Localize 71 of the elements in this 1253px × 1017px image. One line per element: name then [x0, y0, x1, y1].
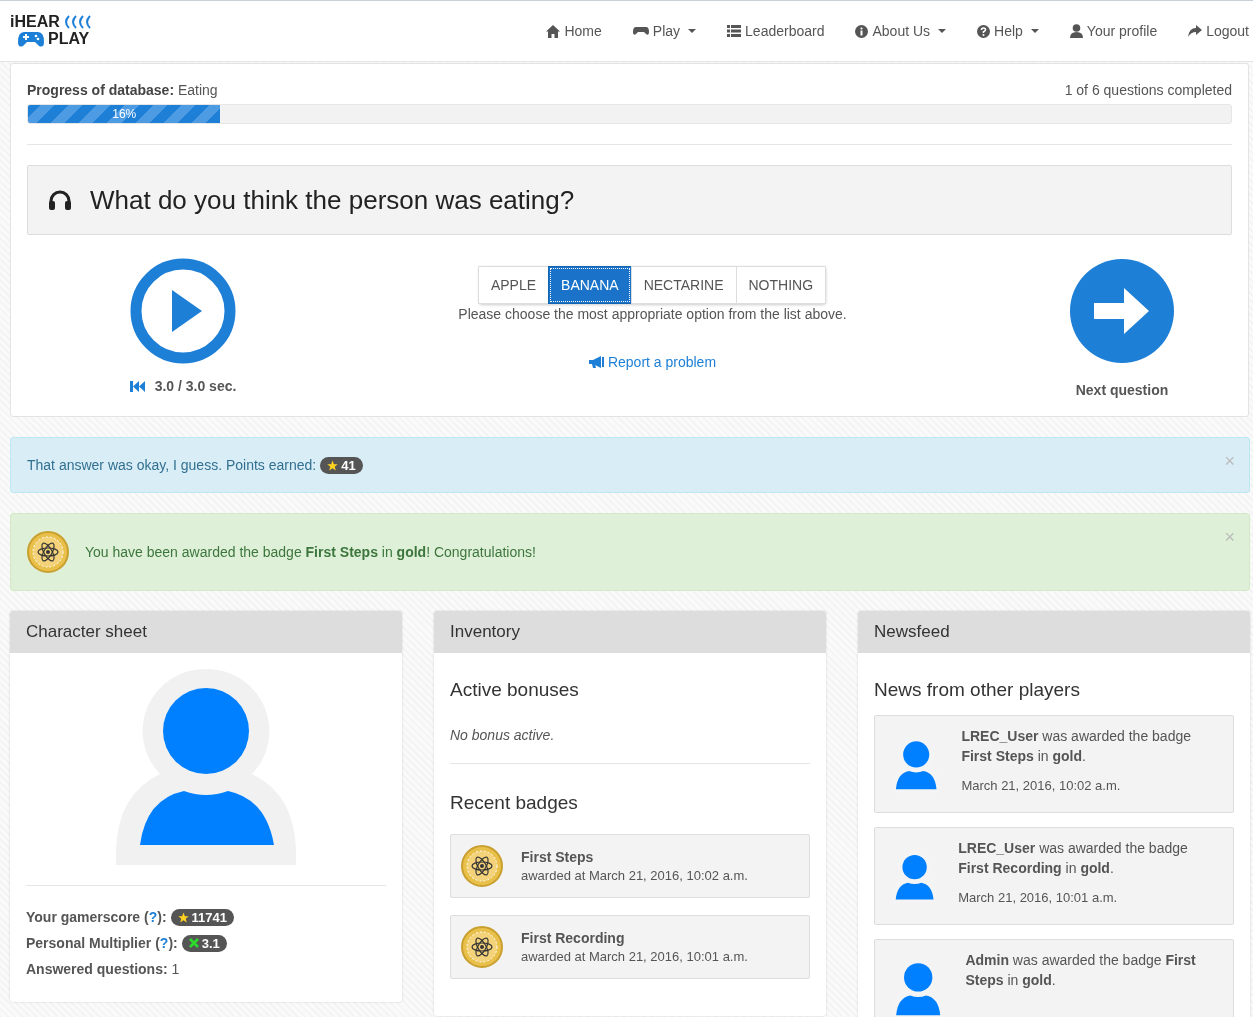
stat-label: Your gamerscore (?): — [26, 909, 167, 925]
news-date: March 21, 2016, 10:01 a.m. — [958, 890, 1119, 905]
rewind-icon[interactable] — [129, 380, 145, 392]
medal-icon — [27, 531, 69, 573]
nav-link[interactable]: Logout — [1188, 23, 1249, 39]
logo-text: iHEAR — [10, 14, 60, 30]
caret-icon — [938, 29, 947, 33]
section-heading: Active bonuses — [450, 679, 580, 701]
stat-badge: 11741 — [170, 908, 234, 926]
gamepad-icon — [632, 26, 649, 36]
panel-heading: Inventory — [434, 611, 826, 653]
star-icon — [177, 911, 189, 923]
home-icon — [546, 24, 561, 38]
answer-option[interactable]: APPLE — [477, 266, 550, 304]
stat-label: Personal Multiplier (?): — [26, 935, 178, 951]
section-heading: News from other players — [874, 679, 1081, 701]
logo[interactable]: iHEAR PLAY — [10, 14, 93, 48]
news-text: LREC_User was awarded the badge First Steps in gold. — [961, 727, 1192, 766]
panel-heading: Newsfeed — [858, 611, 1250, 653]
panel-heading: Character sheet — [10, 611, 402, 653]
caret-icon — [1030, 29, 1039, 33]
hint-text: Please choose the most appropriate option from the list above. — [458, 306, 847, 322]
medal-icon — [461, 926, 503, 968]
nav-link[interactable]: Leaderboard — [727, 23, 825, 39]
nav-link[interactable]: About Us — [855, 23, 947, 39]
alert-text: You have been awarded the badge First Steps in gold! Congratulations! — [85, 544, 536, 560]
report-link[interactable]: Report a problem — [588, 354, 717, 370]
news-date: March 21, 2016, 10:02 a.m. — [961, 778, 1122, 793]
section-heading: Recent badges — [450, 792, 579, 814]
answer-option[interactable]: BANANA — [548, 266, 632, 304]
progress-count: 1 of 6 questions completed — [1064, 82, 1232, 98]
list-icon — [727, 25, 742, 37]
user-icon — [1069, 24, 1083, 38]
gamepad-icon — [18, 30, 44, 48]
bonus-text: No bonus active. — [450, 727, 556, 743]
nav-link[interactable]: Your profile — [1069, 23, 1158, 39]
help-link[interactable]: ? — [148, 909, 158, 925]
logo-text: PLAY — [48, 31, 90, 47]
info-icon — [855, 24, 869, 38]
stat-badge: 3.1 — [181, 934, 227, 952]
badge-date: awarded at March 21, 2016, 10:02 a.m. — [521, 868, 748, 883]
nav-link[interactable]: Play — [632, 23, 697, 39]
star-icon — [327, 459, 339, 471]
points-badge: 41 — [320, 456, 363, 474]
news-text: Admin was awarded the badge First Steps in gold. — [965, 951, 1197, 990]
next-label: Next question — [1075, 382, 1169, 398]
stat-label: Answered questions: 1 — [26, 961, 180, 977]
badge-name: First Steps — [521, 849, 595, 865]
next-button[interactable] — [1069, 258, 1175, 364]
answer-option[interactable]: NOTHING — [735, 266, 827, 304]
badge-name: First Recording — [521, 930, 626, 946]
nav-link[interactable]: Help — [977, 23, 1039, 39]
headphones-icon — [48, 189, 72, 211]
nav-link[interactable]: Home — [546, 23, 602, 39]
megaphone-icon — [588, 356, 604, 368]
answer-option[interactable]: NECTARINE — [630, 266, 737, 304]
caret-icon — [688, 29, 697, 33]
alert-text: That answer was okay, I guess. Points earned: — [27, 457, 317, 473]
multiply-icon — [188, 938, 199, 948]
progress-label: Progress of database: Eating — [27, 82, 218, 98]
arrow-icon — [1188, 25, 1203, 37]
sound-wave-icon — [62, 14, 93, 30]
play-button[interactable] — [130, 258, 236, 364]
news-text: LREC_User was awarded the badge First Recording in gold. — [958, 839, 1189, 878]
help-icon — [977, 24, 991, 38]
help-link[interactable]: ? — [159, 935, 169, 951]
medal-icon — [461, 845, 503, 887]
progress-fill: 16% — [28, 105, 221, 123]
timer-text: 3.0 / 3.0 sec. — [154, 378, 237, 394]
question-text: What do you think the person was eating? — [90, 184, 575, 216]
badge-date: awarded at March 21, 2016, 10:01 a.m. — [521, 949, 748, 964]
